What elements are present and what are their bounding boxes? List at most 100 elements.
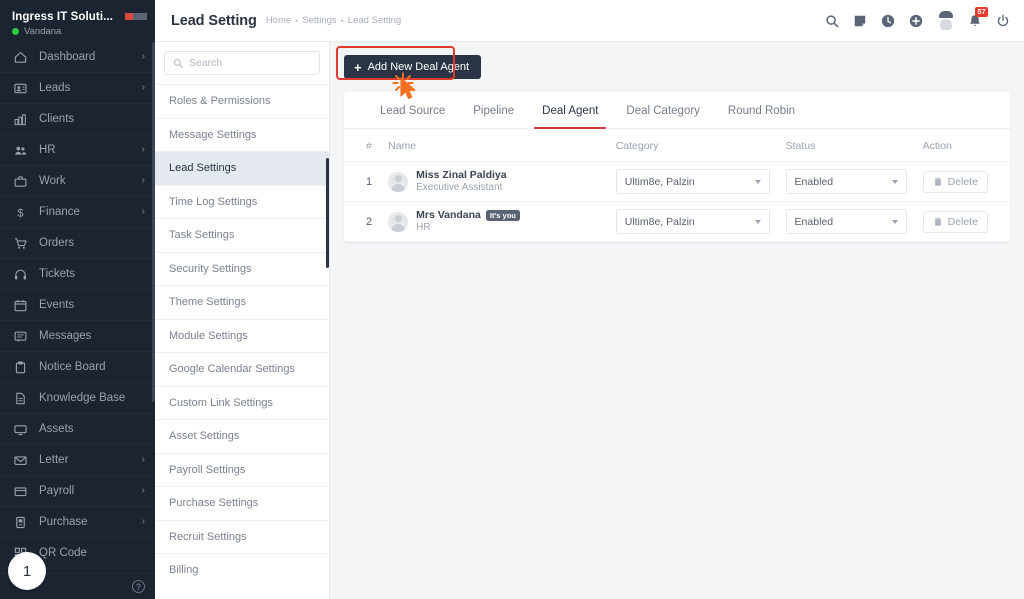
settings-item-security-settings[interactable]: Security Settings	[155, 251, 329, 286]
row-action-cell: Delete	[914, 161, 1010, 202]
settings-list: Roles & Permissions Message Settings Lead …	[155, 84, 329, 599]
chevron-right-icon: ›	[141, 485, 145, 496]
avatar[interactable]	[937, 11, 954, 30]
settings-item-time-log-settings[interactable]: Time Log Settings	[155, 184, 329, 219]
category-select[interactable]: Ultim8e, Palzin	[615, 169, 770, 194]
chevron-down-icon	[754, 179, 761, 184]
column-header-index: #	[344, 129, 381, 162]
settings-search-box[interactable]	[164, 51, 320, 75]
category-select-value: Ultim8e, Palzin	[624, 215, 695, 228]
wallet-icon	[14, 485, 32, 498]
breadcrumb-home[interactable]: Home	[266, 15, 291, 26]
chevron-down-icon	[891, 179, 898, 184]
sidebar-item-purchase[interactable]: Purchase ›	[0, 507, 155, 538]
settings-item-lead-settings[interactable]: Lead Settings	[155, 151, 329, 185]
search-icon	[173, 58, 183, 68]
deal-agent-card: Lead Source Pipeline Deal Agent Deal Catego…	[344, 92, 1010, 242]
delete-button[interactable]: Delete	[922, 170, 988, 193]
trash-icon	[934, 217, 942, 226]
sidebar-item-work[interactable]: Work ›	[0, 166, 155, 197]
row-name-cell: Miss Zinal Paldiya Executive Assistant	[380, 161, 608, 202]
settings-item-purchase-settings[interactable]: Purchase Settings	[155, 486, 329, 520]
tab-label: Deal Category	[626, 105, 700, 117]
settings-item-module-settings[interactable]: Module Settings	[155, 318, 329, 353]
delete-button[interactable]: Delete	[922, 210, 988, 233]
sidebar-item-payroll[interactable]: Payroll ›	[0, 476, 155, 507]
clients-icon	[14, 113, 32, 126]
right-column: Lead Setting Home • Settings • Lead Sett…	[155, 0, 1024, 599]
tab-bar: Lead Source Pipeline Deal Agent Deal Catego…	[344, 92, 1010, 129]
breadcrumb-settings[interactable]: Settings	[302, 15, 336, 26]
purchase-icon	[14, 516, 32, 529]
settings-item-label: Recruit Settings	[169, 530, 247, 543]
sidebar-item-messages[interactable]: Messages	[0, 321, 155, 352]
tab-deal-agent[interactable]: Deal Agent	[528, 105, 612, 129]
add-new-deal-agent-button[interactable]: + Add New Deal Agent	[344, 55, 482, 79]
sidebar-item-clients[interactable]: Clients	[0, 104, 155, 135]
status-select[interactable]: Enabled	[785, 209, 907, 234]
leads-icon	[14, 82, 32, 95]
breadcrumb: Home • Settings • Lead Setting	[266, 15, 401, 26]
row-person-name: Mrs Vandana	[416, 209, 481, 221]
settings-item-label: Custom Link Settings	[169, 396, 273, 409]
cart-icon	[14, 237, 32, 250]
settings-item-google-calendar-settings[interactable]: Google Calendar Settings	[155, 352, 329, 386]
settings-item-label: Payroll Settings	[169, 463, 246, 476]
settings-item-label: Lead Settings	[169, 162, 237, 175]
sidebar-item-finance[interactable]: $ Finance ›	[0, 197, 155, 228]
settings-item-theme-settings[interactable]: Theme Settings	[155, 285, 329, 319]
sidebar-item-hr[interactable]: HR ›	[0, 135, 155, 166]
settings-item-roles-permissions[interactable]: Roles & Permissions	[155, 84, 329, 118]
brand-block[interactable]: Ingress IT Soluti... Vandana	[0, 0, 155, 42]
note-icon[interactable]	[853, 14, 867, 28]
tab-round-robin[interactable]: Round Robin	[714, 105, 809, 128]
sidebar-item-label: Orders	[39, 237, 75, 249]
app-root: Ingress IT Soluti... Vandana Dashboard › L…	[0, 0, 1024, 599]
settings-item-asset-settings[interactable]: Asset Settings	[155, 419, 329, 453]
settings-item-payroll-settings[interactable]: Payroll Settings	[155, 452, 329, 487]
category-select[interactable]: Ultim8e, Palzin	[615, 209, 770, 234]
search-icon[interactable]	[825, 14, 839, 28]
sidebar-item-events[interactable]: Events	[0, 290, 155, 321]
plus-circle-icon[interactable]	[909, 14, 923, 28]
language-flag-icon[interactable]	[125, 13, 147, 20]
power-icon[interactable]	[996, 14, 1010, 28]
row-category-cell: Ultim8e, Palzin	[607, 161, 778, 202]
tab-deal-category[interactable]: Deal Category	[612, 105, 714, 128]
chevron-right-icon: ›	[141, 206, 145, 217]
notification-bell-icon[interactable]: 57	[968, 6, 988, 28]
tab-label: Pipeline	[473, 105, 515, 117]
settings-item-label: Security Settings	[169, 262, 252, 275]
clock-icon[interactable]	[881, 14, 895, 28]
sidebar-item-dashboard[interactable]: Dashboard ›	[0, 42, 155, 73]
settings-item-recruit-settings[interactable]: Recruit Settings	[155, 519, 329, 554]
row-index: 1	[344, 161, 381, 202]
table-header-row: # Name Category Status Action	[344, 129, 1010, 162]
tab-lead-source[interactable]: Lead Source	[366, 105, 459, 128]
sidebar-item-leads[interactable]: Leads ›	[0, 73, 155, 104]
sidebar-item-label: Letter	[39, 454, 69, 466]
sidebar-item-assets[interactable]: Assets	[0, 414, 155, 445]
settings-item-custom-link-settings[interactable]: Custom Link Settings	[155, 385, 329, 420]
settings-item-message-settings[interactable]: Message Settings	[155, 117, 329, 152]
sidebar-item-knowledge-base[interactable]: Knowledge Base	[0, 383, 155, 414]
chevron-right-icon: ›	[141, 51, 145, 62]
sidebar-item-label: Clients	[39, 113, 75, 125]
sidebar-item-label: Tickets	[39, 268, 75, 280]
column-header-name: Name	[380, 129, 608, 162]
settings-item-billing[interactable]: Billing	[155, 553, 329, 587]
sidebar-item-notice-board[interactable]: Notice Board	[0, 352, 155, 383]
sidebar-item-orders[interactable]: Orders	[0, 228, 155, 259]
settings-scrollbar[interactable]	[326, 158, 329, 268]
sidebar-item-tickets[interactable]: Tickets	[0, 259, 155, 290]
sidebar-item-label: Dashboard	[39, 51, 96, 63]
settings-item-label: Roles & Permissions	[169, 95, 271, 108]
settings-search-input[interactable]	[189, 57, 311, 69]
row-person-name: Miss Zinal Paldiya	[416, 169, 507, 181]
sidebar-item-letter[interactable]: Letter ›	[0, 445, 155, 476]
help-icon[interactable]: ?	[132, 580, 145, 593]
tab-pipeline[interactable]: Pipeline	[459, 105, 528, 128]
status-select[interactable]: Enabled	[785, 169, 907, 194]
settings-item-task-settings[interactable]: Task Settings	[155, 218, 329, 252]
sidebar-item-label: QR Code	[39, 547, 87, 559]
